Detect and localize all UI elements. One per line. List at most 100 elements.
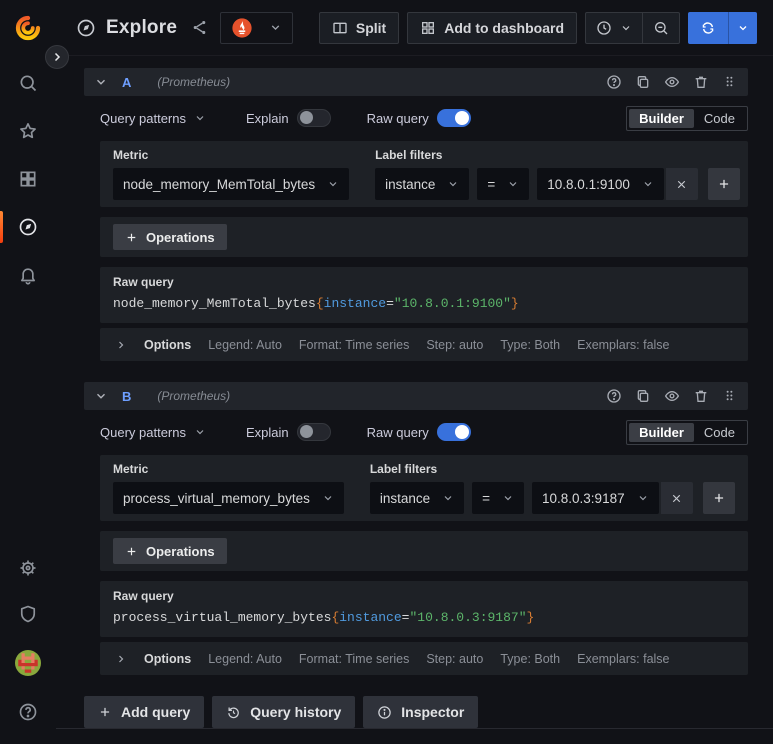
grafana-logo[interactable] (13, 13, 43, 43)
builder-mode-button[interactable]: Builder (629, 108, 694, 128)
code-mode-button[interactable]: Code (694, 109, 745, 128)
help-icon[interactable] (18, 702, 38, 722)
admin-shield-icon[interactable] (18, 604, 38, 624)
sidebar-expand-button[interactable] (45, 45, 69, 69)
page-title: Explore (106, 16, 178, 38)
metric-select[interactable]: process_virtual_memory_bytes (113, 482, 344, 514)
split-icon (332, 20, 348, 36)
query-row-b: B (Prometheus) Query patterns Explain Ra… (84, 382, 748, 675)
inspector-label: Inspector (401, 704, 465, 720)
query-row-header[interactable]: A (Prometheus) (84, 68, 748, 96)
add-query-button[interactable]: Add query (84, 696, 205, 728)
share-icon[interactable] (191, 19, 208, 36)
raw-query-toggle[interactable] (436, 109, 471, 127)
collapse-chevron-icon[interactable] (94, 75, 108, 89)
filter-value-select[interactable]: 10.8.0.1:9100 (537, 168, 664, 200)
main-area: Explore Split Add to dashboard A (Promet… (56, 0, 773, 744)
page-title-group: Explore (76, 17, 208, 39)
query-patterns-label[interactable]: Query patterns (100, 111, 186, 126)
remove-filter-button[interactable] (660, 482, 693, 514)
split-button[interactable]: Split (318, 11, 400, 44)
options-legend: Legend: Auto (208, 651, 282, 666)
toggle-knob (299, 425, 313, 438)
user-avatar[interactable] (15, 650, 41, 676)
raw-query-toggle[interactable] (436, 423, 471, 441)
query-row-header[interactable]: B (Prometheus) (84, 382, 748, 410)
query-help-icon[interactable] (606, 388, 622, 404)
add-filter-button[interactable] (702, 482, 735, 514)
plus-icon (98, 705, 112, 719)
add-operations-button[interactable]: Operations (113, 224, 227, 250)
remove-query-trash-icon[interactable] (693, 388, 709, 404)
sidebar-item-explore[interactable] (0, 211, 38, 243)
operations-panel: Operations (100, 531, 748, 571)
metric-select[interactable]: node_memory_MemTotal_bytes (113, 168, 350, 200)
filter-operator-value: = (482, 490, 491, 506)
options-label: Options (144, 337, 192, 352)
filter-value-select[interactable]: 10.8.0.3:9187 (532, 482, 659, 514)
chevron-down-icon (269, 21, 282, 34)
metric-value: process_virtual_memory_bytes (123, 490, 310, 506)
query-patterns-chevron-icon[interactable] (194, 426, 206, 438)
zoom-out-time-button[interactable] (642, 12, 679, 43)
duplicate-query-icon[interactable] (635, 74, 651, 90)
collapse-chevron-icon[interactable] (94, 389, 108, 403)
query-editor-body: Query patterns Explain Raw query Builder… (84, 410, 748, 675)
chevron-down-icon (442, 492, 454, 504)
options-format: Format: Time series (298, 651, 410, 666)
filter-operator-select[interactable]: = (477, 168, 530, 200)
explore-content: A (Prometheus) Query patterns Explain Ra… (56, 56, 773, 744)
filter-operator-select[interactable]: = (472, 482, 525, 514)
explain-label: Explain (246, 110, 289, 126)
alerting-icon[interactable] (18, 265, 38, 285)
refresh-dropdown-caret[interactable] (728, 11, 757, 44)
query-actions (606, 74, 738, 90)
drag-handle-icon[interactable] (722, 74, 738, 90)
duplicate-query-icon[interactable] (635, 388, 651, 404)
query-help-icon[interactable] (606, 74, 622, 90)
explain-toggle[interactable] (296, 109, 331, 127)
filter-key-select[interactable]: instance (369, 482, 465, 514)
add-operations-button[interactable]: Operations (113, 538, 227, 564)
query-patterns-chevron-icon[interactable] (194, 112, 206, 124)
chevron-right-icon (115, 339, 127, 351)
metric-label: Metric (113, 148, 149, 162)
remove-filter-button[interactable] (665, 168, 698, 200)
query-editor-toolbar: Query patterns Explain Raw query Builder… (100, 419, 748, 445)
datasource-picker[interactable] (220, 11, 294, 44)
filter-key-select[interactable]: instance (375, 168, 470, 200)
remove-query-trash-icon[interactable] (693, 74, 709, 90)
inspector-button[interactable]: Inspector (363, 696, 479, 728)
label-filters-label: Label filters (369, 462, 438, 476)
metric-field: Metric process_virtual_memory_bytes (113, 463, 344, 514)
query-datasource-name: (Prometheus) (157, 75, 231, 89)
search-icon[interactable] (18, 73, 38, 93)
code-mode-button[interactable]: Code (694, 423, 745, 442)
explain-toggle[interactable] (296, 423, 331, 441)
options-collapsible[interactable]: Options Legend: Auto Format: Time series… (100, 642, 748, 675)
options-collapsible[interactable]: Options Legend: Auto Format: Time series… (100, 328, 748, 361)
chevron-right-icon (115, 653, 127, 665)
dashboards-icon[interactable] (18, 169, 38, 189)
apps-grid-icon (420, 20, 436, 36)
builder-mode-button[interactable]: Builder (629, 422, 694, 442)
run-query-button[interactable] (688, 11, 757, 44)
add-to-dashboard-button[interactable]: Add to dashboard (407, 11, 577, 44)
disable-query-eye-icon[interactable] (664, 388, 680, 404)
favorites-icon[interactable] (18, 121, 38, 141)
add-filter-button[interactable] (707, 168, 740, 200)
chevron-down-icon (642, 178, 654, 190)
raw-query-label: Raw query (366, 424, 429, 440)
operations-label: Operations (146, 229, 215, 245)
time-picker-button[interactable] (586, 13, 642, 43)
settings-gear-icon[interactable] (18, 558, 38, 578)
history-icon (226, 705, 241, 720)
filter-operator-value: = (487, 176, 496, 192)
raw-query-panel: Raw query node_memory_MemTotal_bytes{ins… (100, 267, 748, 323)
query-history-button[interactable]: Query history (212, 696, 356, 728)
query-patterns-label[interactable]: Query patterns (100, 425, 186, 440)
time-picker-group (585, 11, 680, 44)
drag-handle-icon[interactable] (722, 388, 738, 404)
disable-query-eye-icon[interactable] (664, 74, 680, 90)
chevron-down-icon (502, 492, 514, 504)
